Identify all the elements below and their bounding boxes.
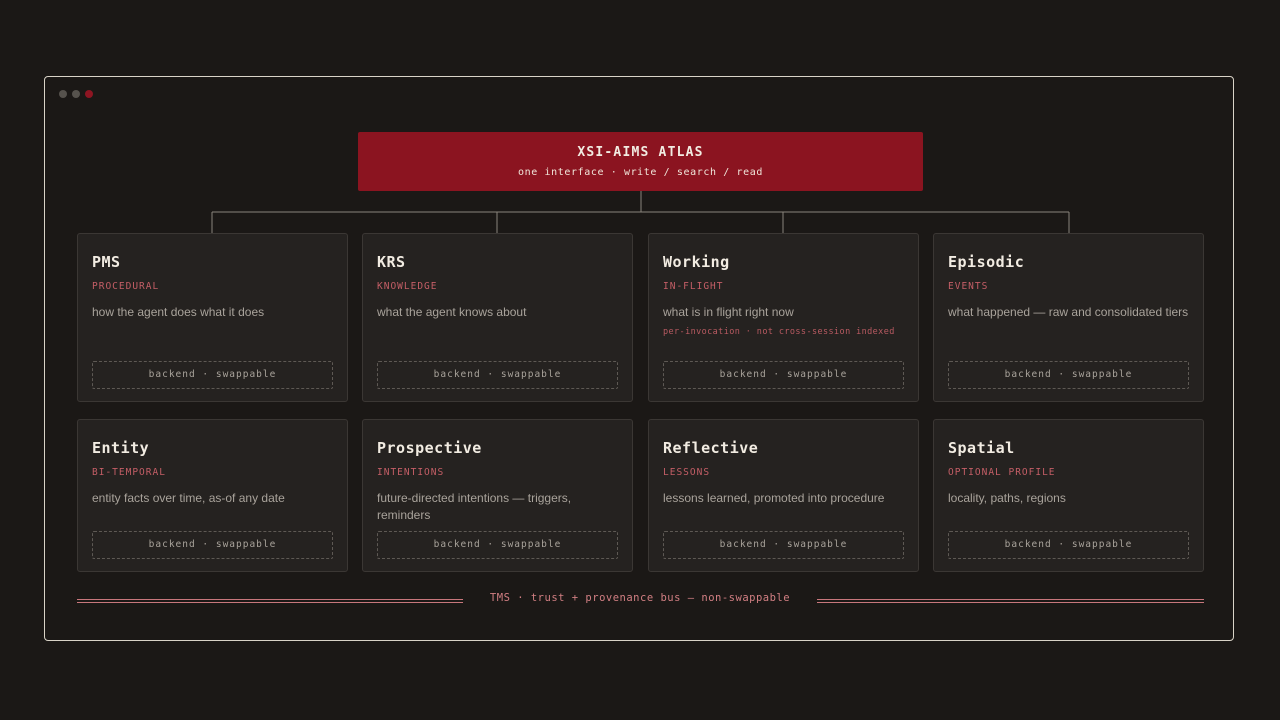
module-card-entity: Entity BI-TEMPORAL entity facts over tim… <box>77 419 348 572</box>
root-title: XSI-AIMS ATLAS <box>577 145 704 160</box>
bus-line-right <box>817 599 1204 603</box>
module-name: Entity <box>92 439 150 457</box>
module-description: entity facts over time, as-of any date <box>92 491 285 505</box>
trust-provenance-bus: TMS · trust + provenance bus — non-swapp… <box>77 591 1204 611</box>
module-card-spatial: Spatial OPTIONAL PROFILE locality, paths… <box>933 419 1204 572</box>
module-card-pms: PMS PROCEDURAL how the agent does what i… <box>77 233 348 402</box>
diagram-frame: XSI-AIMS ATLAS one interface · write / s… <box>44 76 1234 641</box>
module-description: locality, paths, regions <box>948 491 1066 505</box>
module-tag: IN-FLIGHT <box>663 281 724 292</box>
module-description: what happened — raw and consolidated tie… <box>948 305 1189 319</box>
backend-slot: backend · swappable <box>377 531 618 559</box>
backend-slot: backend · swappable <box>663 531 904 559</box>
module-card-prospective: Prospective INTENTIONS future-directed i… <box>362 419 633 572</box>
module-name: KRS <box>377 253 406 271</box>
window-dot-icon <box>72 90 80 98</box>
module-name: Prospective <box>377 439 482 457</box>
root-subtitle: one interface · write / search / read <box>518 167 763 178</box>
module-name: Spatial <box>948 439 1015 457</box>
module-tag: KNOWLEDGE <box>377 281 438 292</box>
backend-slot: backend · swappable <box>948 531 1189 559</box>
module-name: Working <box>663 253 730 271</box>
bus-label: TMS · trust + provenance bus — non-swapp… <box>489 592 791 604</box>
module-tag: EVENTS <box>948 281 989 292</box>
module-tag: PROCEDURAL <box>92 281 160 292</box>
module-description: future-directed intentions — triggers, r… <box>377 491 572 522</box>
module-name: Episodic <box>948 253 1025 271</box>
module-tag: OPTIONAL PROFILE <box>948 467 1056 478</box>
backend-slot: backend · swappable <box>948 361 1189 389</box>
module-description: what is in flight right now <box>663 305 794 319</box>
module-card-episodic: Episodic EVENTS what happened — raw and … <box>933 233 1204 402</box>
backend-slot: backend · swappable <box>663 361 904 389</box>
module-description: lessons learned, promoted into procedure <box>663 491 885 505</box>
module-tag: INTENTIONS <box>377 467 445 478</box>
module-description: how the agent does what it does <box>92 305 265 319</box>
backend-slot: backend · swappable <box>92 361 333 389</box>
window-dot-icon <box>59 90 67 98</box>
module-card-working: Working IN-FLIGHT what is in flight righ… <box>648 233 919 402</box>
window-controls <box>59 90 93 98</box>
module-name: PMS <box>92 253 121 271</box>
module-name: Reflective <box>663 439 759 457</box>
atlas-root-node: XSI-AIMS ATLAS one interface · write / s… <box>358 132 923 191</box>
backend-slot: backend · swappable <box>92 531 333 559</box>
module-tag: LESSONS <box>663 467 711 478</box>
window-dot-red-icon <box>85 90 93 98</box>
module-card-reflective: Reflective LESSONS lessons learned, prom… <box>648 419 919 572</box>
module-note: per-invocation · not cross-session index… <box>663 327 895 337</box>
module-card-krs: KRS KNOWLEDGE what the agent knows about… <box>362 233 633 402</box>
module-tag: BI-TEMPORAL <box>92 467 166 478</box>
bus-line-left <box>77 599 463 603</box>
module-description: what the agent knows about <box>377 305 527 319</box>
backend-slot: backend · swappable <box>377 361 618 389</box>
